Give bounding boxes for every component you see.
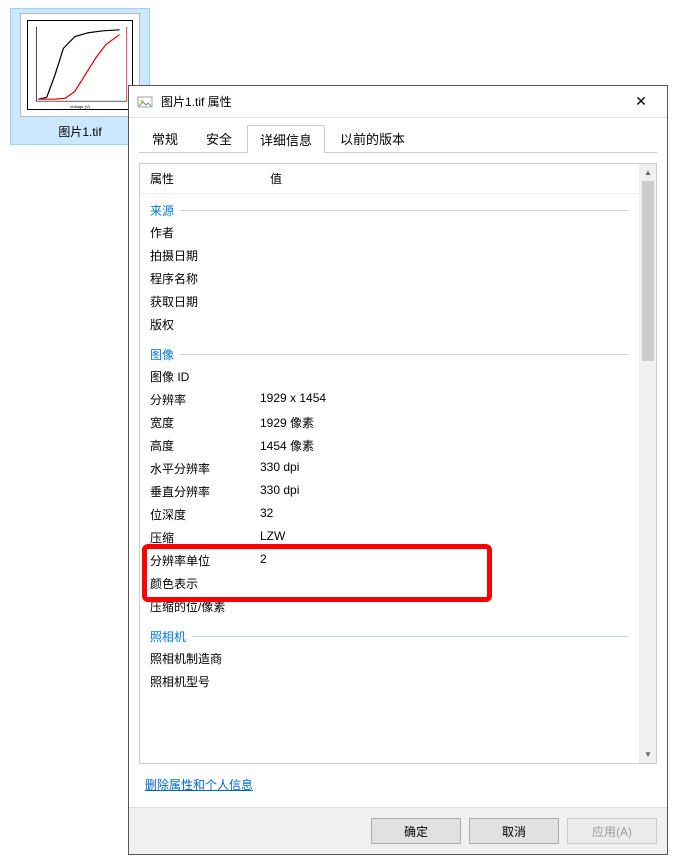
scroll-down-button[interactable]: ▼ — [640, 746, 656, 763]
scroll-track[interactable] — [640, 361, 656, 746]
properties-dialog: 图片1.tif 属性 ✕ 常规 安全 详细信息 以前的版本 属性 值 来源 作者… — [128, 85, 668, 855]
row-image-id[interactable]: 图像 ID — [150, 365, 629, 388]
group-image: 图像 图像 ID 分辨率1929 x 1454 宽度1929 像素 高度1454… — [140, 338, 639, 620]
row-color-rep[interactable]: 颜色表示 — [150, 572, 629, 595]
column-property: 属性 — [140, 164, 260, 193]
ok-button[interactable]: 确定 — [371, 818, 461, 844]
properties-panel: 属性 值 来源 作者 拍摄日期 程序名称 获取日期 版权 图像 图像 ID 分辨… — [139, 163, 657, 764]
group-camera: 照相机 照相机制造商 照相机型号 — [140, 620, 639, 695]
close-icon: ✕ — [635, 93, 647, 110]
group-origin: 来源 作者 拍摄日期 程序名称 获取日期 版权 — [140, 194, 639, 338]
tab-general[interactable]: 常规 — [139, 124, 191, 152]
row-program[interactable]: 程序名称 — [150, 267, 629, 290]
vertical-scrollbar[interactable]: ▲ ▼ — [639, 164, 656, 763]
scroll-thumb[interactable] — [642, 181, 654, 361]
group-title-camera: 照相机 — [150, 624, 629, 647]
group-title-origin: 来源 — [150, 198, 629, 221]
row-dimensions[interactable]: 分辨率1929 x 1454 — [150, 388, 629, 411]
row-date-taken[interactable]: 拍摄日期 — [150, 244, 629, 267]
row-v-resolution[interactable]: 垂直分辨率330 dpi — [150, 480, 629, 503]
scroll-up-button[interactable]: ▲ — [640, 164, 656, 181]
row-author[interactable]: 作者 — [150, 221, 629, 244]
row-height[interactable]: 高度1454 像素 — [150, 434, 629, 457]
tab-security[interactable]: 安全 — [193, 124, 245, 152]
row-copyright[interactable]: 版权 — [150, 313, 629, 336]
column-value: 值 — [260, 164, 639, 193]
tabs: 常规 安全 详细信息 以前的版本 — [139, 118, 657, 153]
file-thumbnail: Voltage (V) — [20, 13, 140, 117]
dialog-title: 图片1.tif 属性 — [161, 93, 619, 110]
group-title-image: 图像 — [150, 342, 629, 365]
properties-list: 属性 值 来源 作者 拍摄日期 程序名称 获取日期 版权 图像 图像 ID 分辨… — [140, 164, 639, 763]
dialog-body: 常规 安全 详细信息 以前的版本 属性 值 来源 作者 拍摄日期 程序名称 获取… — [129, 118, 667, 807]
row-acquired[interactable]: 获取日期 — [150, 290, 629, 313]
image-file-icon — [137, 94, 153, 110]
cancel-button[interactable]: 取消 — [469, 818, 559, 844]
prop-header: 属性 值 — [140, 164, 639, 194]
apply-button[interactable]: 应用(A) — [567, 818, 657, 844]
row-camera-model[interactable]: 照相机型号 — [150, 670, 629, 693]
link-row: 删除属性和个人信息 — [139, 770, 657, 807]
close-button[interactable]: ✕ — [619, 87, 663, 117]
file-name-label: 图片1.tif — [15, 123, 145, 140]
remove-properties-link[interactable]: 删除属性和个人信息 — [145, 778, 253, 792]
row-h-resolution[interactable]: 水平分辨率330 dpi — [150, 457, 629, 480]
row-res-unit[interactable]: 分辨率单位2 — [150, 549, 629, 572]
row-width[interactable]: 宽度1929 像素 — [150, 411, 629, 434]
row-compression[interactable]: 压缩LZW — [150, 526, 629, 549]
row-camera-maker[interactable]: 照相机制造商 — [150, 647, 629, 670]
thumbnail-chart: Voltage (V) — [27, 20, 133, 110]
svg-text:Voltage (V): Voltage (V) — [70, 104, 91, 109]
row-compressed-bits[interactable]: 压缩的位/像素 — [150, 595, 629, 618]
tab-previous-versions[interactable]: 以前的版本 — [327, 124, 418, 152]
dialog-buttons: 确定 取消 应用(A) — [129, 807, 667, 854]
tab-details[interactable]: 详细信息 — [247, 125, 325, 153]
row-bit-depth[interactable]: 位深度32 — [150, 503, 629, 526]
titlebar: 图片1.tif 属性 ✕ — [129, 86, 667, 118]
